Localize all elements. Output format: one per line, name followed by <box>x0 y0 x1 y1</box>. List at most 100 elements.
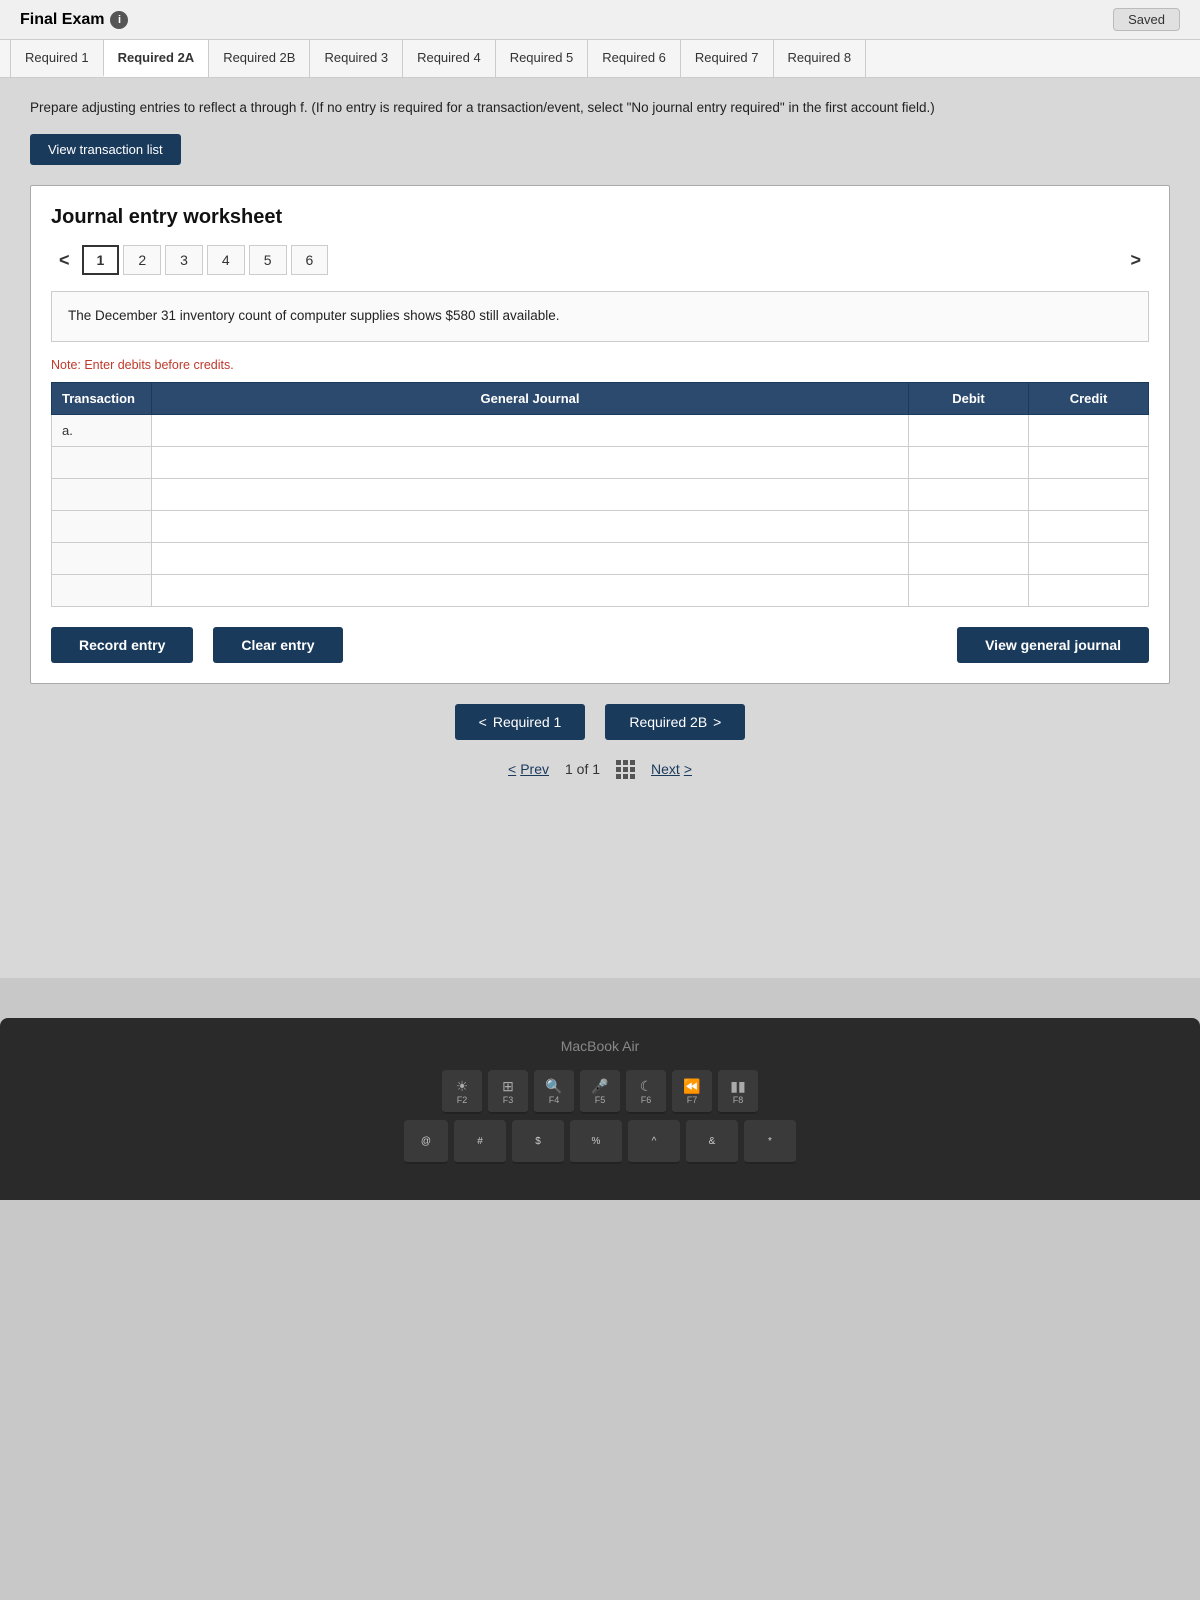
debit-input-6[interactable] <box>909 575 1028 606</box>
key-f2[interactable]: ☀ F2 <box>442 1070 482 1114</box>
journal-cell-4[interactable] <box>152 510 909 542</box>
credit-input-1[interactable] <box>1029 415 1148 446</box>
brightness-icon: ☀ <box>456 1078 469 1095</box>
tab-required-5[interactable]: Required 5 <box>495 40 589 77</box>
credit-cell-3[interactable] <box>1029 478 1149 510</box>
action-buttons: Record entry Clear entry View general jo… <box>51 627 1149 663</box>
debit-cell-2[interactable] <box>909 446 1029 478</box>
prev-chevron-icon: < <box>479 714 487 730</box>
table-row <box>52 542 1149 574</box>
debit-input-1[interactable] <box>909 415 1028 446</box>
key-hash[interactable]: # <box>454 1120 506 1164</box>
transaction-cell-4 <box>52 510 152 542</box>
prev-tab-arrow[interactable]: < <box>51 246 78 275</box>
number-tab-5[interactable]: 5 <box>249 245 287 275</box>
key-percent[interactable]: % <box>570 1120 622 1164</box>
journal-cell-6[interactable] <box>152 574 909 606</box>
next-page-label: Next <box>651 761 680 777</box>
key-at[interactable]: @ <box>404 1120 448 1164</box>
play-pause-icon: ▮▮ <box>730 1078 745 1095</box>
debit-cell-3[interactable] <box>909 478 1029 510</box>
credit-input-2[interactable] <box>1029 447 1148 478</box>
search-fn-icon: 🔍 <box>545 1078 562 1095</box>
tab-required-7[interactable]: Required 7 <box>680 40 774 77</box>
key-caret[interactable]: ^ <box>628 1120 680 1164</box>
journal-cell-1[interactable] <box>152 414 909 446</box>
transaction-cell-6 <box>52 574 152 606</box>
next-tab-arrow[interactable]: > <box>1122 246 1149 275</box>
journal-cell-5[interactable] <box>152 542 909 574</box>
journal-input-5[interactable] <box>152 543 908 574</box>
key-f4[interactable]: 🔍 F4 <box>534 1070 574 1114</box>
debit-cell-1[interactable] <box>909 414 1029 446</box>
key-f5[interactable]: 🎤 F5 <box>580 1070 620 1114</box>
credit-cell-4[interactable] <box>1029 510 1149 542</box>
number-tab-3[interactable]: 3 <box>165 245 203 275</box>
key-asterisk[interactable]: * <box>744 1120 796 1164</box>
view-general-journal-button[interactable]: View general journal <box>957 627 1149 663</box>
f6-label: F6 <box>641 1095 652 1105</box>
tab-required-3[interactable]: Required 3 <box>309 40 403 77</box>
credit-input-5[interactable] <box>1029 543 1148 574</box>
saved-badge: Saved <box>1113 8 1180 31</box>
key-dollar[interactable]: $ <box>512 1120 564 1164</box>
next-section-label: Required 2B <box>629 714 707 730</box>
number-tab-2[interactable]: 2 <box>123 245 161 275</box>
debit-cell-6[interactable] <box>909 574 1029 606</box>
credit-input-3[interactable] <box>1029 479 1148 510</box>
worksheet-panel: Journal entry worksheet < 1 2 3 4 5 6 > … <box>30 185 1170 683</box>
journal-input-3[interactable] <box>152 479 908 510</box>
section-nav-buttons: < Required 1 Required 2B > <box>30 704 1170 740</box>
number-tab-1[interactable]: 1 <box>82 245 120 275</box>
debit-cell-5[interactable] <box>909 542 1029 574</box>
journal-cell-3[interactable] <box>152 478 909 510</box>
journal-cell-2[interactable] <box>152 446 909 478</box>
number-tab-4[interactable]: 4 <box>207 245 245 275</box>
tab-required-1[interactable]: Required 1 <box>10 40 104 77</box>
view-transaction-button[interactable]: View transaction list <box>30 134 181 165</box>
prev-section-button[interactable]: < Required 1 <box>455 704 586 740</box>
debit-input-3[interactable] <box>909 479 1028 510</box>
tab-required-4[interactable]: Required 4 <box>402 40 496 77</box>
key-ampersand[interactable]: & <box>686 1120 738 1164</box>
journal-input-4[interactable] <box>152 511 908 542</box>
key-f3[interactable]: ⊞ F3 <box>488 1070 528 1114</box>
transaction-cell-5 <box>52 542 152 574</box>
credit-input-4[interactable] <box>1029 511 1148 542</box>
credit-cell-2[interactable] <box>1029 446 1149 478</box>
note-text: Note: Enter debits before credits. <box>51 358 1149 372</box>
credit-input-6[interactable] <box>1029 575 1148 606</box>
journal-input-6[interactable] <box>152 575 908 606</box>
journal-input-2[interactable] <box>152 447 908 478</box>
tab-required-2a[interactable]: Required 2A <box>103 40 210 77</box>
prev-page-chevron: < <box>508 761 516 777</box>
percent-top: % <box>592 1136 601 1147</box>
f8-label: F8 <box>733 1095 744 1105</box>
transaction-cell-2 <box>52 446 152 478</box>
info-icon[interactable]: i <box>110 11 128 29</box>
credit-cell-5[interactable] <box>1029 542 1149 574</box>
prev-page-link[interactable]: < Prev <box>508 761 549 777</box>
table-row <box>52 446 1149 478</box>
key-f7[interactable]: ⏪ F7 <box>672 1070 712 1114</box>
transaction-cell-a: a. <box>52 414 152 446</box>
debit-input-5[interactable] <box>909 543 1028 574</box>
debit-cell-4[interactable] <box>909 510 1029 542</box>
tab-required-8[interactable]: Required 8 <box>773 40 867 77</box>
tab-required-6[interactable]: Required 6 <box>587 40 681 77</box>
key-f8[interactable]: ▮▮ F8 <box>718 1070 758 1114</box>
next-page-link[interactable]: Next > <box>651 761 692 777</box>
key-f6[interactable]: ☾ F6 <box>626 1070 666 1114</box>
clear-entry-button[interactable]: Clear entry <box>213 627 342 663</box>
debit-input-2[interactable] <box>909 447 1028 478</box>
record-entry-button[interactable]: Record entry <box>51 627 193 663</box>
next-section-button[interactable]: Required 2B > <box>605 704 745 740</box>
credit-cell-1[interactable] <box>1029 414 1149 446</box>
number-tab-6[interactable]: 6 <box>291 245 329 275</box>
debit-input-4[interactable] <box>909 511 1028 542</box>
credit-cell-6[interactable] <box>1029 574 1149 606</box>
number-tabs: < 1 2 3 4 5 6 > <box>51 245 1149 275</box>
f7-label: F7 <box>687 1095 698 1105</box>
tab-required-2b[interactable]: Required 2B <box>208 40 310 77</box>
journal-input-1[interactable] <box>152 415 908 446</box>
